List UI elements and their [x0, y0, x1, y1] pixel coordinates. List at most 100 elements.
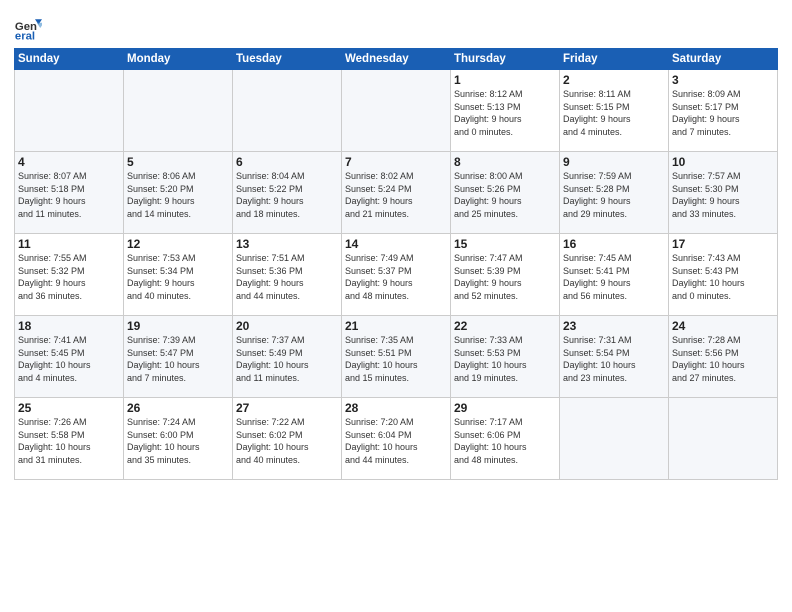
calendar-cell: 15Sunrise: 7:47 AM Sunset: 5:39 PM Dayli…: [451, 234, 560, 316]
page: Gen eral SundayMondayTuesdayWednesdayThu…: [0, 0, 792, 612]
calendar-cell: 17Sunrise: 7:43 AM Sunset: 5:43 PM Dayli…: [669, 234, 778, 316]
day-number: 7: [345, 155, 447, 169]
day-number: 6: [236, 155, 338, 169]
day-info: Sunrise: 7:41 AM Sunset: 5:45 PM Dayligh…: [18, 334, 120, 384]
logo: Gen eral: [14, 14, 44, 42]
day-number: 15: [454, 237, 556, 251]
day-info: Sunrise: 8:04 AM Sunset: 5:22 PM Dayligh…: [236, 170, 338, 220]
day-info: Sunrise: 8:06 AM Sunset: 5:20 PM Dayligh…: [127, 170, 229, 220]
calendar-cell: 29Sunrise: 7:17 AM Sunset: 6:06 PM Dayli…: [451, 398, 560, 480]
calendar-cell: 10Sunrise: 7:57 AM Sunset: 5:30 PM Dayli…: [669, 152, 778, 234]
day-number: 17: [672, 237, 774, 251]
calendar-week-5: 25Sunrise: 7:26 AM Sunset: 5:58 PM Dayli…: [15, 398, 778, 480]
day-number: 14: [345, 237, 447, 251]
calendar-week-2: 4Sunrise: 8:07 AM Sunset: 5:18 PM Daylig…: [15, 152, 778, 234]
calendar-cell: [560, 398, 669, 480]
day-info: Sunrise: 7:39 AM Sunset: 5:47 PM Dayligh…: [127, 334, 229, 384]
day-info: Sunrise: 7:20 AM Sunset: 6:04 PM Dayligh…: [345, 416, 447, 466]
calendar-table: SundayMondayTuesdayWednesdayThursdayFrid…: [14, 48, 778, 480]
weekday-header-friday: Friday: [560, 49, 669, 70]
day-number: 24: [672, 319, 774, 333]
day-info: Sunrise: 7:47 AM Sunset: 5:39 PM Dayligh…: [454, 252, 556, 302]
day-info: Sunrise: 8:09 AM Sunset: 5:17 PM Dayligh…: [672, 88, 774, 138]
day-info: Sunrise: 7:51 AM Sunset: 5:36 PM Dayligh…: [236, 252, 338, 302]
calendar-cell: [342, 70, 451, 152]
day-number: 22: [454, 319, 556, 333]
day-info: Sunrise: 7:17 AM Sunset: 6:06 PM Dayligh…: [454, 416, 556, 466]
calendar-cell: 24Sunrise: 7:28 AM Sunset: 5:56 PM Dayli…: [669, 316, 778, 398]
day-info: Sunrise: 7:33 AM Sunset: 5:53 PM Dayligh…: [454, 334, 556, 384]
calendar-cell: 12Sunrise: 7:53 AM Sunset: 5:34 PM Dayli…: [124, 234, 233, 316]
weekday-header-thursday: Thursday: [451, 49, 560, 70]
day-info: Sunrise: 8:07 AM Sunset: 5:18 PM Dayligh…: [18, 170, 120, 220]
weekday-header-saturday: Saturday: [669, 49, 778, 70]
weekday-header-tuesday: Tuesday: [233, 49, 342, 70]
day-number: 18: [18, 319, 120, 333]
calendar-cell: 7Sunrise: 8:02 AM Sunset: 5:24 PM Daylig…: [342, 152, 451, 234]
weekday-header-row: SundayMondayTuesdayWednesdayThursdayFrid…: [15, 49, 778, 70]
calendar-cell: [669, 398, 778, 480]
day-number: 2: [563, 73, 665, 87]
weekday-header-monday: Monday: [124, 49, 233, 70]
day-info: Sunrise: 7:55 AM Sunset: 5:32 PM Dayligh…: [18, 252, 120, 302]
day-info: Sunrise: 7:37 AM Sunset: 5:49 PM Dayligh…: [236, 334, 338, 384]
calendar-cell: [15, 70, 124, 152]
calendar-cell: 28Sunrise: 7:20 AM Sunset: 6:04 PM Dayli…: [342, 398, 451, 480]
calendar-cell: 8Sunrise: 8:00 AM Sunset: 5:26 PM Daylig…: [451, 152, 560, 234]
calendar-cell: 9Sunrise: 7:59 AM Sunset: 5:28 PM Daylig…: [560, 152, 669, 234]
calendar-cell: 27Sunrise: 7:22 AM Sunset: 6:02 PM Dayli…: [233, 398, 342, 480]
calendar-cell: 26Sunrise: 7:24 AM Sunset: 6:00 PM Dayli…: [124, 398, 233, 480]
weekday-header-sunday: Sunday: [15, 49, 124, 70]
day-number: 5: [127, 155, 229, 169]
day-info: Sunrise: 7:31 AM Sunset: 5:54 PM Dayligh…: [563, 334, 665, 384]
day-info: Sunrise: 7:53 AM Sunset: 5:34 PM Dayligh…: [127, 252, 229, 302]
day-info: Sunrise: 8:11 AM Sunset: 5:15 PM Dayligh…: [563, 88, 665, 138]
calendar-cell: 22Sunrise: 7:33 AM Sunset: 5:53 PM Dayli…: [451, 316, 560, 398]
calendar-week-3: 11Sunrise: 7:55 AM Sunset: 5:32 PM Dayli…: [15, 234, 778, 316]
day-info: Sunrise: 7:59 AM Sunset: 5:28 PM Dayligh…: [563, 170, 665, 220]
calendar-week-4: 18Sunrise: 7:41 AM Sunset: 5:45 PM Dayli…: [15, 316, 778, 398]
day-number: 3: [672, 73, 774, 87]
day-info: Sunrise: 7:35 AM Sunset: 5:51 PM Dayligh…: [345, 334, 447, 384]
weekday-header-wednesday: Wednesday: [342, 49, 451, 70]
svg-text:eral: eral: [15, 30, 35, 42]
day-number: 26: [127, 401, 229, 415]
day-number: 4: [18, 155, 120, 169]
day-info: Sunrise: 8:12 AM Sunset: 5:13 PM Dayligh…: [454, 88, 556, 138]
day-info: Sunrise: 7:45 AM Sunset: 5:41 PM Dayligh…: [563, 252, 665, 302]
calendar-cell: [124, 70, 233, 152]
day-info: Sunrise: 7:57 AM Sunset: 5:30 PM Dayligh…: [672, 170, 774, 220]
calendar-cell: 14Sunrise: 7:49 AM Sunset: 5:37 PM Dayli…: [342, 234, 451, 316]
calendar-cell: 4Sunrise: 8:07 AM Sunset: 5:18 PM Daylig…: [15, 152, 124, 234]
day-number: 10: [672, 155, 774, 169]
day-number: 19: [127, 319, 229, 333]
day-number: 11: [18, 237, 120, 251]
day-info: Sunrise: 7:26 AM Sunset: 5:58 PM Dayligh…: [18, 416, 120, 466]
calendar-cell: 20Sunrise: 7:37 AM Sunset: 5:49 PM Dayli…: [233, 316, 342, 398]
calendar-cell: 16Sunrise: 7:45 AM Sunset: 5:41 PM Dayli…: [560, 234, 669, 316]
calendar-cell: 2Sunrise: 8:11 AM Sunset: 5:15 PM Daylig…: [560, 70, 669, 152]
day-number: 9: [563, 155, 665, 169]
day-number: 23: [563, 319, 665, 333]
day-info: Sunrise: 7:24 AM Sunset: 6:00 PM Dayligh…: [127, 416, 229, 466]
calendar-cell: 23Sunrise: 7:31 AM Sunset: 5:54 PM Dayli…: [560, 316, 669, 398]
day-number: 21: [345, 319, 447, 333]
day-info: Sunrise: 8:02 AM Sunset: 5:24 PM Dayligh…: [345, 170, 447, 220]
calendar-cell: 1Sunrise: 8:12 AM Sunset: 5:13 PM Daylig…: [451, 70, 560, 152]
logo-icon: Gen eral: [14, 14, 42, 42]
calendar-cell: 6Sunrise: 8:04 AM Sunset: 5:22 PM Daylig…: [233, 152, 342, 234]
day-number: 28: [345, 401, 447, 415]
calendar-cell: 5Sunrise: 8:06 AM Sunset: 5:20 PM Daylig…: [124, 152, 233, 234]
day-info: Sunrise: 7:28 AM Sunset: 5:56 PM Dayligh…: [672, 334, 774, 384]
calendar-week-1: 1Sunrise: 8:12 AM Sunset: 5:13 PM Daylig…: [15, 70, 778, 152]
day-number: 27: [236, 401, 338, 415]
day-number: 13: [236, 237, 338, 251]
day-info: Sunrise: 7:43 AM Sunset: 5:43 PM Dayligh…: [672, 252, 774, 302]
calendar-cell: [233, 70, 342, 152]
day-number: 8: [454, 155, 556, 169]
calendar-cell: 18Sunrise: 7:41 AM Sunset: 5:45 PM Dayli…: [15, 316, 124, 398]
header: Gen eral: [14, 10, 778, 42]
day-number: 20: [236, 319, 338, 333]
calendar-cell: 3Sunrise: 8:09 AM Sunset: 5:17 PM Daylig…: [669, 70, 778, 152]
day-number: 1: [454, 73, 556, 87]
